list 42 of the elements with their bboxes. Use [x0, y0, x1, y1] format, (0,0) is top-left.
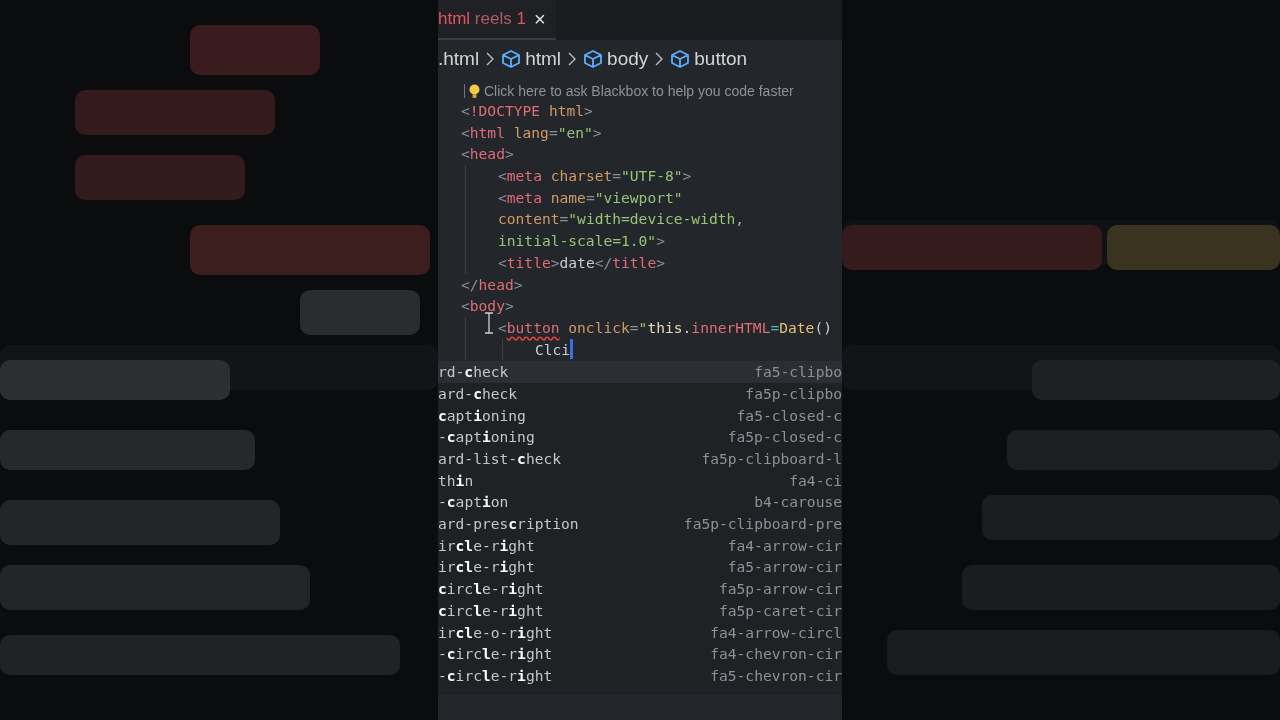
suggestion-item[interactable]: rd-check fa5-clipbo — [438, 361, 842, 383]
code-line: </head> — [461, 274, 523, 295]
cube-icon — [583, 49, 604, 69]
suggestion-item[interactable]: ard-check fa5p-clipbo — [438, 382, 842, 405]
code-line: <body> — [461, 296, 514, 317]
cube-icon — [670, 49, 691, 69]
suggestion-item[interactable]: circle-right fa5p-arrow-cir — [438, 578, 842, 600]
code-line: <!DOCTYPE html> — [461, 101, 593, 121]
code-line: content="width=device-width, — [498, 209, 745, 230]
suggestion-item[interactable]: circle-right fa5p-caret-cir — [438, 599, 842, 622]
code-line: <meta name="viewport" — [498, 187, 683, 208]
chevron-icon — [654, 51, 665, 67]
suggestion-item[interactable]: ard-list-check fa5p-clipboard-l — [438, 448, 842, 470]
close-button[interactable]: × — [531, 9, 548, 29]
code-line: Clci — [535, 339, 571, 360]
editor-tab[interactable]: html reels 1 × — [438, 0, 556, 40]
cube-icon — [501, 49, 522, 69]
suggestion-item[interactable]: ircle-o-right fa4-arrow-circl — [438, 621, 842, 644]
breadcrumb-item[interactable]: body — [583, 44, 649, 74]
breadcrumb-item[interactable]: .html — [438, 44, 480, 74]
suggestion-item[interactable]: thin fa4-ci — [438, 469, 842, 492]
suggestion-item[interactable]: -circle-right fa4-chevron-cir — [438, 643, 842, 665]
breadcrumb-item[interactable]: button — [670, 44, 748, 74]
suggestion-item[interactable]: ard-prescription fa5p-clipboard-pre — [438, 513, 842, 535]
suggestion-item[interactable]: -captioning fa5p-closed-c — [438, 426, 842, 448]
code-line: <html lang="en"> — [461, 122, 602, 143]
code-line: <button onclick="this.innerHTML=Date() — [498, 317, 832, 338]
text-cursor-icon — [484, 312, 494, 334]
breadcrumb-item[interactable]: html — [501, 44, 562, 74]
suggestion-item[interactable]: -circle-right fa5-chevron-cir — [438, 664, 842, 687]
code-line: <meta charset="UTF-8"> — [498, 166, 692, 187]
suggestion-item[interactable]: captioning fa5-closed-c — [438, 404, 842, 427]
chevron-icon — [485, 51, 496, 67]
code-line: initial-scale=1.0"> — [498, 231, 665, 252]
lightbulb-icon — [469, 83, 480, 99]
chevron-icon — [567, 51, 578, 67]
suggestion-item[interactable]: ircle-right fa5-arrow-cir — [438, 556, 842, 579]
code-line: <head> — [461, 144, 514, 165]
suggestion-item[interactable]: ircle-right fa4-arrow-cir — [438, 534, 842, 557]
code-line: <title>date</title> — [498, 252, 665, 273]
suggestion-item[interactable]: -caption b4-carouse — [438, 491, 842, 514]
hint-link[interactable]: Click here to ask Blackbox to help you code faster — [484, 80, 794, 102]
